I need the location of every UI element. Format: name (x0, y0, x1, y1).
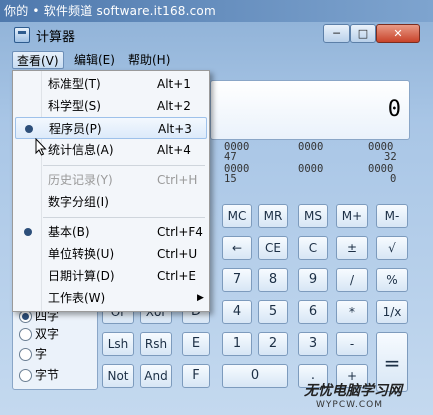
bit-display: 0000 0000 0000 47 32 0000 0000 0000 15 0 (214, 140, 414, 192)
logo-sub-text: WYPCW.COM (316, 400, 383, 410)
clear-button[interactable]: C (298, 236, 328, 260)
menu-item-label: 标准型(T) (48, 77, 101, 91)
key-8[interactable]: 8 (258, 268, 288, 292)
submenu-arrow-icon: ▶ (197, 293, 204, 303)
key-5[interactable]: 5 (258, 300, 288, 324)
sqrt-button[interactable]: √ (376, 236, 408, 260)
menu-item-label: 历史记录(Y) (48, 173, 113, 187)
divide-button[interactable]: / (336, 268, 368, 292)
view-menu-dropdown: 标准型(T) Alt+1 科学型(S) Alt+2 程序员(P) Alt+3 统… (12, 70, 210, 312)
key-4[interactable]: 4 (222, 300, 252, 324)
menu-item-standard[interactable]: 标准型(T) Alt+1 (15, 73, 207, 95)
menu-item-unit-conversion[interactable]: 单位转换(U) Ctrl+U (15, 243, 207, 265)
and-button[interactable]: And (140, 364, 172, 388)
selected-bullet-icon (24, 228, 32, 236)
bit-label: 32 (384, 151, 397, 163)
calculator-display: 0 (210, 80, 410, 140)
menu-item-label: 数字分组(I) (48, 195, 109, 209)
menu-view[interactable]: 查看(V) (12, 51, 64, 69)
mminus-button[interactable]: M- (376, 204, 408, 228)
key-7[interactable]: 7 (222, 268, 252, 292)
reciprocal-button[interactable]: 1/x (376, 300, 408, 324)
menu-item-shortcut: Alt+3 (158, 122, 192, 136)
radio-word[interactable]: 字 (19, 346, 47, 362)
menu-item-shortcut: Ctrl+F4 (157, 225, 203, 239)
logo-main-text: 无忧电脑学习网 (304, 383, 402, 399)
menu-item-digit-grouping[interactable]: 数字分组(I) (15, 191, 207, 213)
menu-item-scientific[interactable]: 科学型(S) Alt+2 (15, 95, 207, 117)
window-title: 计算器 (36, 30, 76, 45)
subtract-button[interactable]: - (336, 332, 368, 356)
not-button[interactable]: Not (102, 364, 134, 388)
menu-item-shortcut: Alt+4 (157, 143, 191, 157)
rsh-button[interactable]: Rsh (140, 332, 172, 356)
radio-byte[interactable]: 字节 (19, 367, 59, 383)
bit-label: 15 (224, 173, 237, 185)
menu-item-label: 统计信息(A) (48, 143, 114, 157)
menu-bar: 查看(V) 编辑(E) 帮助(H) (12, 50, 422, 70)
hex-f-button[interactable]: F (182, 364, 210, 388)
maximize-button[interactable]: □ (350, 24, 376, 43)
watermark-top: 你的 • 软件频道 software.it168.com (0, 0, 433, 22)
percent-button[interactable]: % (376, 268, 408, 292)
menu-edit[interactable]: 编辑(E) (70, 51, 119, 69)
menu-help[interactable]: 帮助(H) (124, 51, 174, 69)
key-1[interactable]: 1 (222, 332, 252, 356)
key-0[interactable]: 0 (222, 364, 288, 388)
plus-minus-button[interactable]: ± (336, 236, 368, 260)
calculator-icon (14, 27, 30, 43)
mr-button[interactable]: MR (258, 204, 288, 228)
menu-item-label: 程序员(P) (49, 122, 102, 136)
menu-item-label: 日期计算(D) (48, 269, 115, 283)
radio-dword[interactable]: 双字 (19, 326, 59, 342)
menu-item-label: 工作表(W) (48, 291, 106, 305)
bit-group[interactable]: 0000 (298, 164, 323, 175)
bit-label: 47 (224, 151, 237, 163)
key-3[interactable]: 3 (298, 332, 328, 356)
site-logo: 无忧电脑学习网 WYPCW.COM (296, 380, 431, 414)
menu-item-date-calculation[interactable]: 日期计算(D) Ctrl+E (15, 265, 207, 287)
menu-item-label: 基本(B) (48, 225, 90, 239)
word-size-group: 四字 双字 字 字节 (12, 305, 98, 390)
menu-separator (43, 165, 205, 166)
close-button[interactable]: ✕ (376, 24, 420, 43)
menu-item-label: 科学型(S) (48, 99, 101, 113)
menu-item-shortcut: Ctrl+E (157, 269, 196, 283)
calculator-screenshot: 你的 • 软件频道 software.it168.com 计算器 ─ □ ✕ 查… (0, 0, 433, 415)
menu-item-shortcut: Alt+1 (157, 77, 191, 91)
menu-item-basic[interactable]: 基本(B) Ctrl+F4 (15, 221, 207, 243)
key-9[interactable]: 9 (298, 268, 328, 292)
key-6[interactable]: 6 (298, 300, 328, 324)
menu-item-history: 历史记录(Y) Ctrl+H (15, 169, 207, 191)
title-bar: 计算器 ─ □ ✕ (4, 22, 429, 48)
ms-button[interactable]: MS (298, 204, 328, 228)
menu-item-shortcut: Ctrl+H (157, 173, 198, 187)
bit-group[interactable]: 0000 (298, 142, 323, 153)
selected-bullet-icon (25, 125, 33, 133)
key-2[interactable]: 2 (258, 332, 288, 356)
menu-item-programmer[interactable]: 程序员(P) Alt+3 (15, 117, 207, 139)
menu-separator (43, 217, 205, 218)
menu-item-shortcut: Alt+2 (157, 99, 191, 113)
menu-item-worksheets[interactable]: 工作表(W) ▶ (15, 287, 207, 309)
lsh-button[interactable]: Lsh (102, 332, 134, 356)
backspace-button[interactable]: ← (222, 236, 252, 260)
mplus-button[interactable]: M+ (336, 204, 368, 228)
ce-button[interactable]: CE (258, 236, 288, 260)
mouse-cursor-icon (35, 138, 47, 156)
bit-label: 0 (390, 173, 397, 185)
minimize-button[interactable]: ─ (323, 24, 350, 43)
menu-item-shortcut: Ctrl+U (157, 247, 198, 261)
menu-item-label: 单位转换(U) (48, 247, 115, 261)
multiply-button[interactable]: * (336, 300, 368, 324)
display-value: 0 (387, 97, 401, 122)
mc-button[interactable]: MC (222, 204, 252, 228)
hex-e-button[interactable]: E (182, 332, 210, 356)
